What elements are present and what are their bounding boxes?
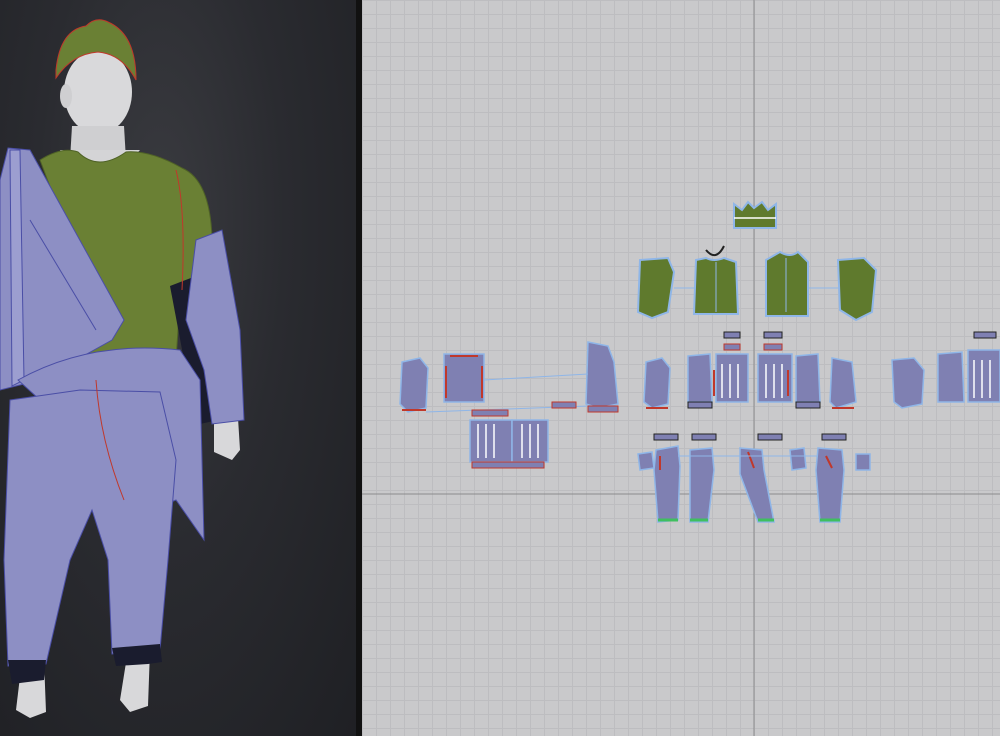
pattern-shirt-sleeve-left[interactable]: [636, 256, 676, 320]
pattern-jacket-left-group[interactable]: [399, 341, 619, 463]
pattern-pants-group[interactable]: [637, 445, 871, 523]
pattern-shirt-sleeve-right[interactable]: [836, 256, 878, 322]
3d-viewport[interactable]: [0, 0, 356, 736]
pattern-beanie[interactable]: [733, 200, 777, 229]
pattern-shirt-back[interactable]: [765, 250, 809, 317]
2d-pattern-window[interactable]: [362, 0, 1000, 736]
pattern-jacket-center-group[interactable]: [643, 353, 857, 409]
pants: [3, 389, 177, 667]
pattern-jacket-right-group[interactable]: [891, 349, 1000, 409]
pattern-canvas: [362, 0, 1000, 736]
3d-scene: [0, 19, 245, 718]
